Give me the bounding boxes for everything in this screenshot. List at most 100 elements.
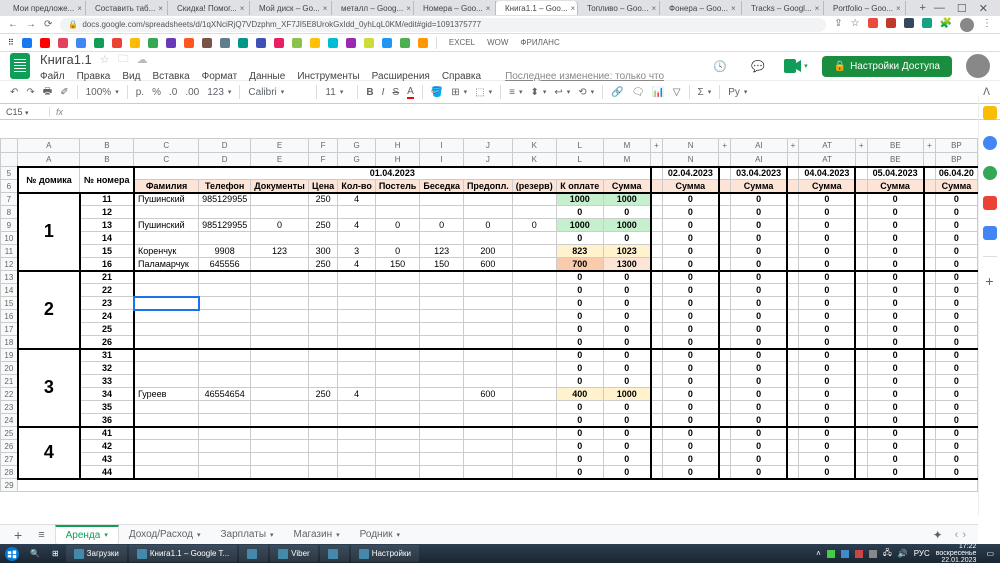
cell-sum[interactable]: 0 (731, 375, 788, 388)
cell-sum[interactable]: 0 (867, 323, 924, 336)
cell[interactable] (512, 388, 556, 401)
cell[interactable] (463, 453, 512, 466)
row-header[interactable]: 20 (1, 362, 18, 375)
cell[interactable] (251, 258, 309, 271)
cell[interactable] (463, 375, 512, 388)
cell-topay[interactable]: 0 (556, 336, 603, 349)
row-header[interactable]: 16 (1, 310, 18, 323)
cell-sum[interactable]: 0 (731, 271, 788, 284)
link-icon[interactable]: 🔗 (611, 87, 623, 98)
browser-tab[interactable]: Топливо – Goo...× (578, 1, 660, 15)
cell-topay[interactable]: 0 (556, 375, 603, 388)
cell[interactable] (420, 362, 464, 375)
cell[interactable] (420, 466, 464, 479)
row-header[interactable]: 7 (1, 193, 18, 206)
column-header[interactable]: AI (731, 139, 788, 153)
bookmark-icon[interactable] (58, 38, 68, 48)
cell-topay[interactable]: 0 (556, 440, 603, 453)
cell[interactable] (512, 206, 556, 219)
tray-icon[interactable] (869, 550, 877, 558)
calendar-icon[interactable] (983, 106, 997, 120)
bookmark-icon[interactable] (418, 38, 428, 48)
zoom-select[interactable]: 100% (86, 87, 119, 98)
cell-sum[interactable]: 0 (603, 336, 650, 349)
cell[interactable] (463, 336, 512, 349)
cell-topay[interactable]: 0 (556, 466, 603, 479)
cell-sum[interactable]: 0 (867, 401, 924, 414)
currency-button[interactable]: р. (136, 87, 144, 98)
cell[interactable]: 123 (420, 245, 464, 258)
cell[interactable] (338, 232, 375, 245)
cell[interactable] (134, 440, 199, 453)
column-header[interactable]: J (463, 153, 512, 167)
cell-sum[interactable]: 0 (662, 388, 719, 401)
column-header[interactable] (855, 153, 867, 167)
cell[interactable] (134, 297, 199, 310)
cell[interactable] (251, 349, 309, 362)
cell[interactable] (134, 232, 199, 245)
cell-sum[interactable]: 0 (662, 349, 719, 362)
cell-topay[interactable]: 1000 (556, 193, 603, 206)
cell-sum[interactable]: 0 (867, 466, 924, 479)
cell-sum[interactable]: 0 (867, 349, 924, 362)
row-header[interactable]: 25 (1, 427, 18, 440)
cell[interactable] (420, 284, 464, 297)
cell-sum[interactable]: 0 (935, 388, 977, 401)
row-header[interactable]: 23 (1, 401, 18, 414)
column-header[interactable]: G (338, 153, 375, 167)
cell[interactable] (251, 453, 309, 466)
row-header[interactable]: 19 (1, 349, 18, 362)
column-header[interactable]: A (18, 139, 80, 153)
cell-sum[interactable]: 0 (603, 401, 650, 414)
cell[interactable] (134, 271, 199, 284)
cell[interactable] (251, 310, 309, 323)
browser-tab[interactable]: Мои предложе...× (4, 1, 86, 15)
cell[interactable] (308, 414, 338, 427)
cell[interactable] (251, 206, 309, 219)
decimal-inc-icon[interactable]: .00 (185, 87, 199, 98)
cell-sum[interactable]: 0 (867, 414, 924, 427)
cell[interactable] (338, 427, 375, 440)
column-header[interactable]: C (134, 153, 199, 167)
cell[interactable] (308, 427, 338, 440)
cell[interactable] (199, 206, 251, 219)
cell-sum[interactable]: 0 (867, 427, 924, 440)
cell-sum[interactable]: 0 (603, 362, 650, 375)
column-header[interactable]: BP (935, 139, 977, 153)
cell-sum[interactable]: 0 (662, 414, 719, 427)
meet-button[interactable]: ▾ (784, 59, 808, 73)
row-header[interactable]: 22 (1, 388, 18, 401)
cell[interactable] (251, 375, 309, 388)
cell[interactable] (512, 466, 556, 479)
bookmark-icon[interactable] (22, 38, 32, 48)
maximize-icon[interactable]: ☐ (957, 2, 967, 15)
cell[interactable] (199, 271, 251, 284)
spreadsheet[interactable]: ABCDEFGHIJKLM+N+AI+AT+BE+BPABCDEFGHIJKLM… (0, 138, 978, 525)
cell-sum[interactable]: 0 (603, 349, 650, 362)
column-header[interactable]: M (603, 139, 650, 153)
cell-sum[interactable]: 0 (731, 258, 788, 271)
cell[interactable]: Паламарчук (134, 258, 199, 271)
move-icon[interactable]: 🗀 (118, 50, 129, 69)
column-header[interactable]: BE (867, 139, 924, 153)
cell[interactable] (251, 414, 309, 427)
cell[interactable] (199, 427, 251, 440)
cell[interactable] (338, 401, 375, 414)
cell-sum[interactable]: 0 (935, 349, 977, 362)
cell-sum[interactable]: 0 (662, 271, 719, 284)
cell[interactable] (251, 232, 309, 245)
cell[interactable] (251, 427, 309, 440)
cell-sum[interactable]: 0 (662, 284, 719, 297)
cell-sum[interactable]: 0 (603, 414, 650, 427)
bold-icon[interactable]: B (366, 87, 373, 98)
column-header[interactable]: I (420, 153, 464, 167)
start-button[interactable] (0, 544, 24, 563)
cell-sum[interactable]: 0 (799, 427, 856, 440)
column-header[interactable]: C (134, 139, 199, 153)
cell[interactable] (199, 401, 251, 414)
cell-sum[interactable]: 0 (799, 440, 856, 453)
cell[interactable] (134, 336, 199, 349)
row-header[interactable]: 24 (1, 414, 18, 427)
cell[interactable] (512, 401, 556, 414)
cell[interactable] (375, 271, 420, 284)
